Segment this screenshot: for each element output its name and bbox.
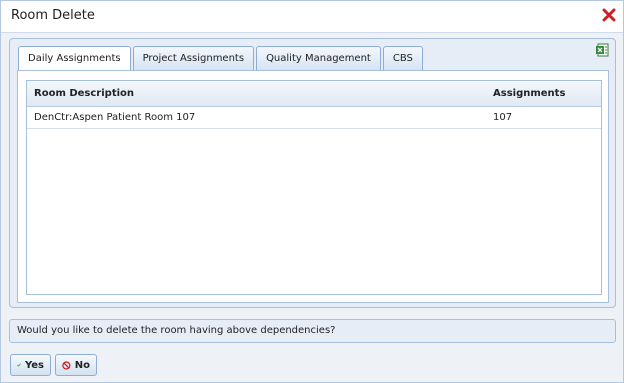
confirmation-message: Would you like to delete the room having… — [9, 319, 616, 343]
excel-export-icon[interactable] — [595, 42, 609, 57]
prohibited-icon — [62, 360, 71, 370]
tab-quality-management[interactable]: Quality Management — [256, 46, 381, 70]
dependencies-panel: Daily Assignments Project Assignments Qu… — [9, 38, 616, 308]
dialog-title: Room Delete — [11, 8, 95, 23]
room-delete-dialog: Room Delete Daily Assignments Project As… — [0, 0, 624, 383]
assignments-grid: Room Description Assignments DenCtr:Aspe… — [26, 80, 602, 295]
column-header-room-description[interactable]: Room Description — [27, 88, 485, 99]
tab-project-assignments[interactable]: Project Assignments — [132, 46, 255, 70]
grid-header: Room Description Assignments — [27, 81, 601, 107]
yes-button-label: Yes — [24, 359, 44, 371]
tab-content: Room Description Assignments DenCtr:Aspe… — [17, 70, 609, 303]
tab-cbs[interactable]: CBS — [382, 46, 423, 70]
assignments-cell: 107 — [493, 112, 513, 123]
table-row[interactable]: DenCtr:Aspen Patient Room 107 107 — [27, 107, 601, 129]
room-description-cell: DenCtr:Aspen Patient Room 107 — [34, 112, 196, 123]
yes-button[interactable]: Yes — [10, 354, 51, 376]
dialog-titlebar: Room Delete — [1, 1, 623, 33]
no-button-label: No — [74, 359, 90, 371]
checkmark-icon — [17, 363, 21, 367]
tab-daily-assignments[interactable]: Daily Assignments — [18, 46, 131, 71]
close-icon[interactable] — [602, 7, 616, 22]
no-button[interactable]: No — [55, 354, 97, 376]
column-header-assignments[interactable]: Assignments — [485, 88, 601, 99]
assignment-tabs: Daily Assignments Project Assignments Qu… — [18, 46, 425, 71]
